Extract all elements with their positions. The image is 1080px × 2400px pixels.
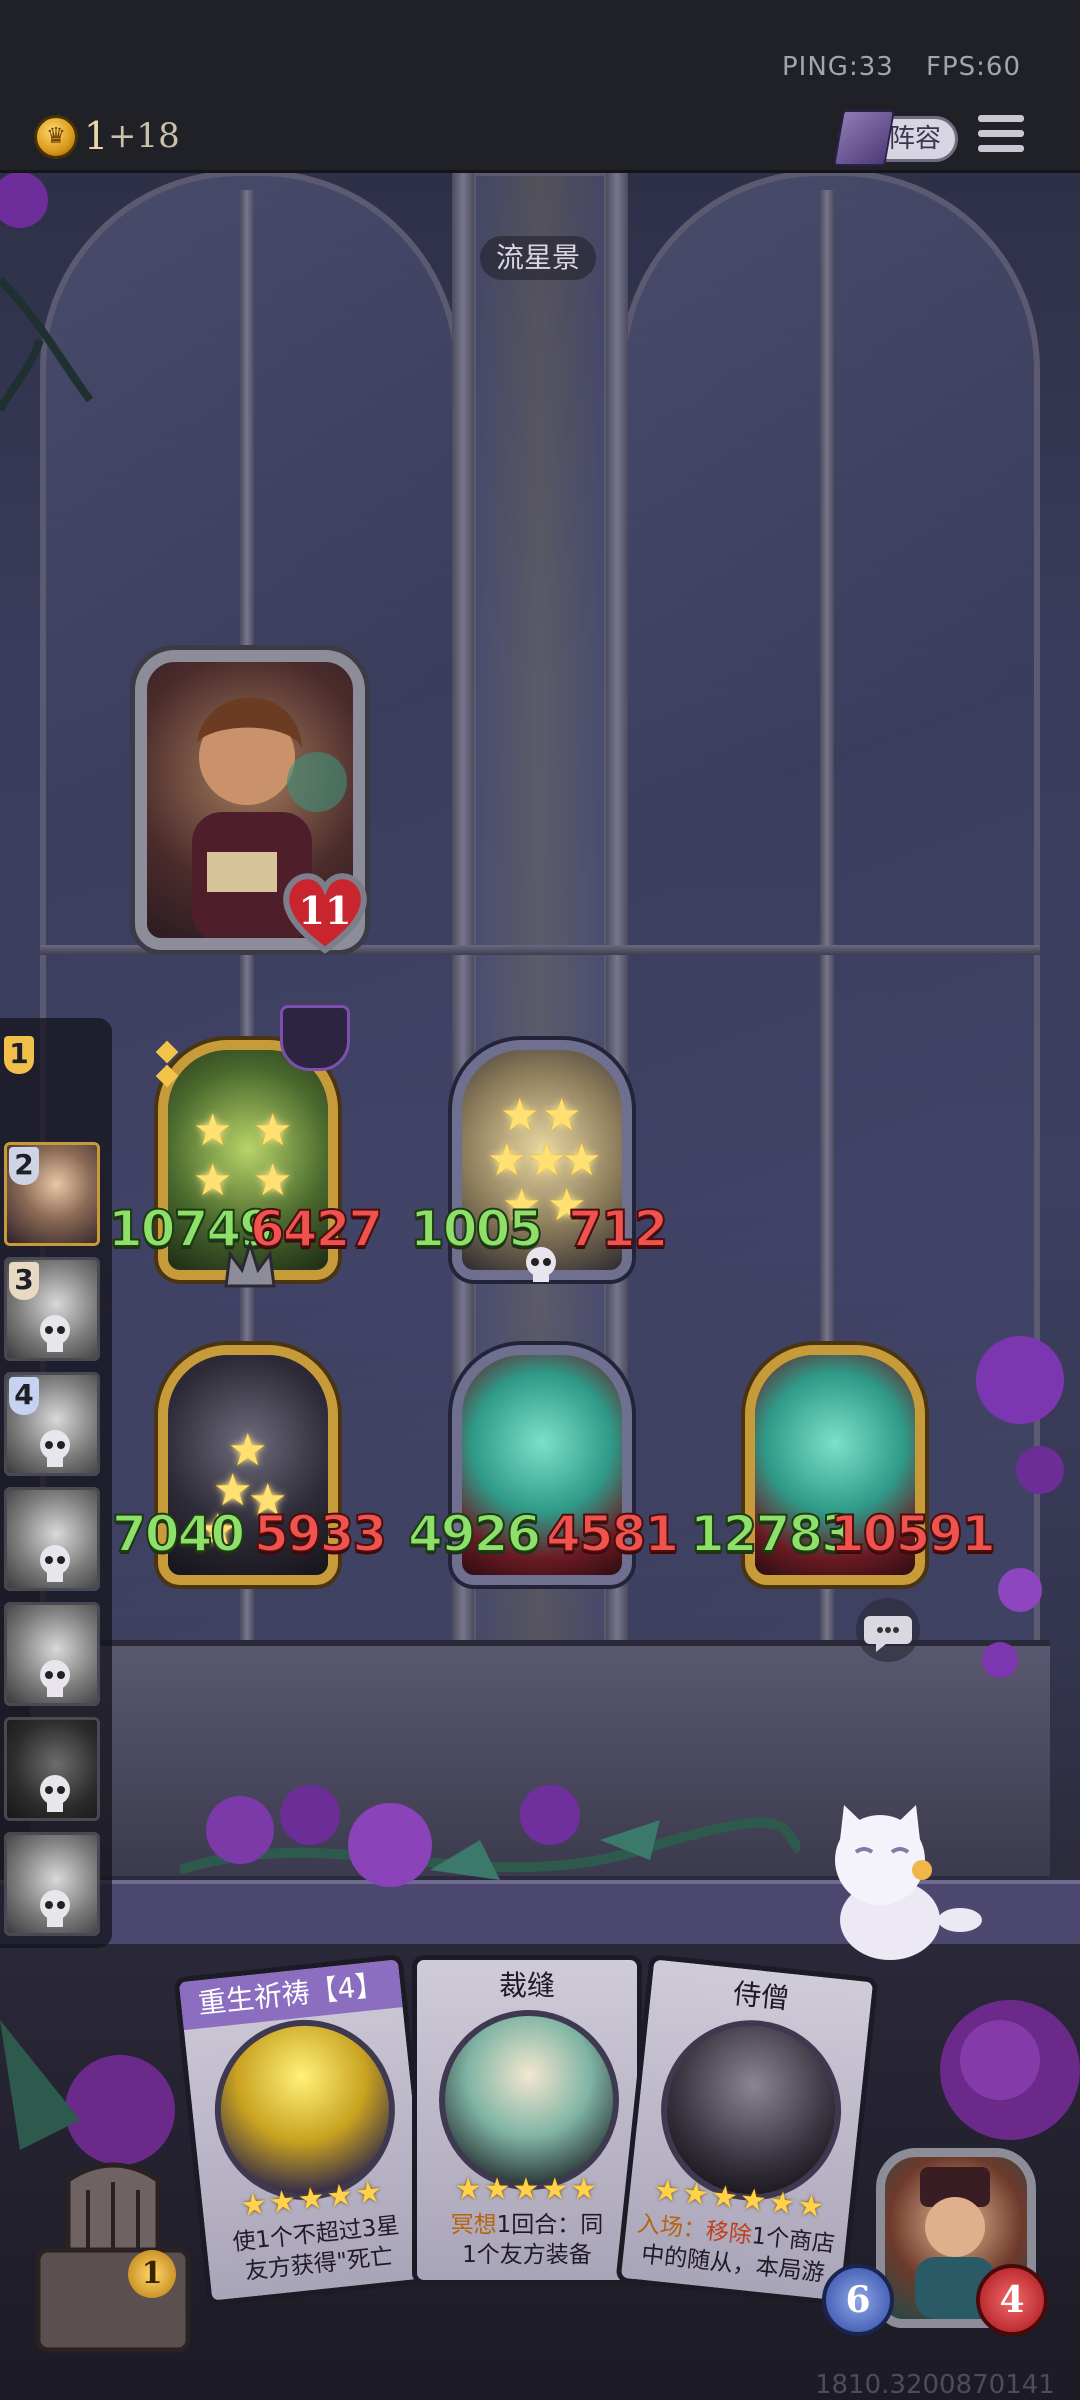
opponent-rank: 4 <box>9 1377 39 1415</box>
minion-health: 4581 <box>545 1504 680 1564</box>
crown-icon <box>224 1240 276 1288</box>
shop-level: 1 <box>128 2250 176 2298</box>
gold-income: +18 <box>108 116 180 156</box>
gold-coin-icon: ♛ <box>34 115 78 159</box>
rose-decoration <box>0 2020 175 2165</box>
opponent-slot[interactable]: 2 <box>4 1142 100 1246</box>
session-id: 1810.3200870141 <box>815 2370 1055 2400</box>
game-screen: PING:33 FPS:60 ♛ 1 +18 阵容 流星景 11 ★ ★ ★ ★ 1… <box>0 0 1080 2400</box>
skull-icon <box>40 1430 70 1467</box>
opponent-slot[interactable]: 3 <box>4 1257 100 1361</box>
player-armor: 6 <box>822 2264 894 2336</box>
opponent-slot[interactable]: 4 <box>4 1372 100 1476</box>
rose-vine-decoration <box>180 1785 800 1887</box>
opponent-slot[interactable] <box>4 1487 100 1591</box>
skull-icon <box>526 1247 556 1282</box>
minion-attack: 4926 <box>407 1504 542 1564</box>
minion-health: 712 <box>567 1199 669 1259</box>
player-health: 4 <box>976 2264 1048 2336</box>
gold-amount: 1 <box>84 114 109 158</box>
card-description: 冥想1回合：同 1个友方装备 <box>450 2212 604 2268</box>
skull-icon <box>40 1315 70 1352</box>
minion-health: 10591 <box>829 1504 997 1564</box>
minion-attack: 7040 <box>111 1504 246 1564</box>
hero-health-heart: 11 <box>280 870 370 954</box>
ping-readout: PING:33 <box>782 52 894 82</box>
opponent-rank: 2 <box>9 1147 39 1185</box>
skull-icon <box>40 1890 70 1927</box>
hand-card[interactable]: 侍僧 ★★★★★★ 入场：移除1个商店 中的随从，本局游 <box>615 1953 879 2307</box>
shop-chest-button[interactable]: 1 <box>18 2160 208 2360</box>
fps-readout: FPS:60 <box>926 52 1021 82</box>
skull-icon <box>40 1545 70 1582</box>
lineup-book-icon <box>833 110 895 166</box>
card-title: 裁缝 <box>498 1969 555 2002</box>
tier-pips-icon <box>155 1040 179 1110</box>
opponent-slot[interactable] <box>4 1602 100 1706</box>
card-stars: ★★★★★ <box>454 2172 600 2207</box>
hand-card[interactable]: 裁缝 ★★★★★ 冥想1回合：同 1个友方装备 <box>412 1955 642 2285</box>
opponent-rank: 3 <box>9 1262 39 1300</box>
right-rose-decoration <box>976 1336 1064 1678</box>
cat-mascot[interactable] <box>810 1800 990 1980</box>
menu-icon[interactable] <box>978 115 1024 159</box>
location-label: 流星景 <box>480 236 596 280</box>
skull-icon <box>40 1775 70 1812</box>
opponent-slot[interactable] <box>4 1832 100 1936</box>
skull-icon <box>40 1660 70 1697</box>
hero-health-value: 11 <box>298 888 352 933</box>
opponent-slot[interactable] <box>4 1717 100 1821</box>
top-hat-icon <box>280 1005 350 1071</box>
minion-health: 5933 <box>253 1504 388 1564</box>
chest-icon <box>35 2162 191 2353</box>
chat-button[interactable] <box>856 1598 920 1662</box>
opponent-rank: 1 <box>4 1036 34 1074</box>
chat-icon <box>864 1616 912 1652</box>
hand-card[interactable]: 重生祈祷【4】 ★★★★★ 使1个不超过3星 友方获得"死亡 <box>173 1953 437 2307</box>
branch-decoration <box>0 172 94 412</box>
